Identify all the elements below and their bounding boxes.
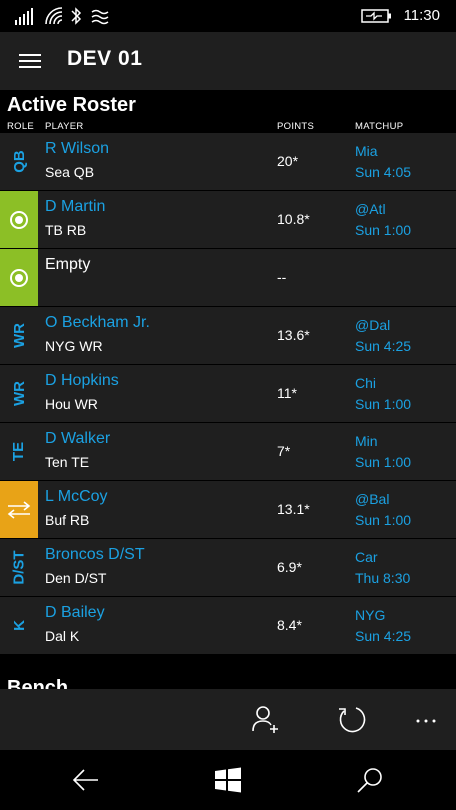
matchup-opponent[interactable]: @Dal (355, 317, 390, 333)
matchup-opponent[interactable]: @Bal (355, 491, 389, 507)
matchup-opponent[interactable]: Car (355, 549, 378, 565)
app-header: DEV 01 (0, 32, 456, 90)
roster-row[interactable]: D Martin TB RB 10.8* @Atl Sun 1:00 (0, 191, 456, 248)
player-team-position: Buf RB (45, 512, 90, 528)
roster-row[interactable]: TE D Walker Ten TE 7* Min Sun 1:00 (0, 423, 456, 480)
matchup-time[interactable]: Sun 4:25 (355, 628, 411, 644)
role-slot[interactable]: TE (0, 423, 38, 480)
player-team-position: Sea QB (45, 164, 95, 180)
player-name[interactable]: L McCoy (45, 488, 108, 506)
column-header-points: POINTS (277, 121, 315, 132)
roster-row[interactable]: L McCoy Buf RB 13.1* @Bal Sun 1:00 (0, 481, 456, 538)
active-roster-heading: Active Roster (7, 94, 136, 116)
app-bar (0, 689, 456, 750)
player-points: 8.4* (277, 617, 302, 633)
signal-strength-icon (15, 8, 33, 25)
roster-row[interactable]: QB R Wilson Sea QB 20* Mia Sun 4:05 (0, 133, 456, 190)
bench-heading: Bench (7, 677, 69, 689)
roster-row[interactable]: D/ST Broncos D/ST Den D/ST 6.9* Car Thu … (0, 539, 456, 596)
roster-row[interactable]: WR D Hopkins Hou WR 11* Chi Sun 1:00 (0, 365, 456, 422)
roster-row[interactable]: WR O Beckham Jr. NYG WR 13.6* @Dal Sun 4… (0, 307, 456, 364)
column-header-matchup: MATCHUP (355, 121, 404, 132)
role-label: WR (10, 381, 28, 406)
matchup-opponent[interactable]: Chi (355, 375, 376, 391)
player-name[interactable]: Empty (45, 256, 90, 274)
more-icon[interactable] (412, 703, 444, 735)
role-label: K (10, 620, 28, 631)
role-label: D/ST (10, 550, 28, 585)
bluetooth-icon (71, 7, 82, 25)
matchup-opponent[interactable]: NYG (355, 607, 385, 623)
back-icon[interactable] (70, 764, 102, 796)
system-nav-bar (0, 750, 456, 810)
player-team-position: Hou WR (45, 396, 98, 412)
column-header-role: ROLE (7, 121, 35, 132)
player-points: 13.6* (277, 327, 310, 343)
player-name[interactable]: D Bailey (45, 604, 105, 622)
role-label: QB (10, 150, 28, 173)
player-points: 7* (277, 443, 291, 459)
refresh-icon[interactable] (336, 703, 368, 735)
player-points: 20* (277, 153, 299, 169)
player-name[interactable]: Broncos D/ST (45, 546, 145, 564)
player-points: -- (277, 269, 287, 285)
player-team-position: NYG WR (45, 338, 103, 354)
wifi-icon (45, 7, 63, 25)
hamburger-menu-icon[interactable] (19, 54, 41, 68)
matchup-opponent[interactable]: Mia (355, 143, 378, 159)
page-title: DEV 01 (67, 47, 143, 70)
flex-slot-button[interactable] (0, 249, 38, 306)
matchup-time[interactable]: Sun 1:00 (355, 222, 411, 238)
player-team-position: Den D/ST (45, 570, 107, 586)
column-header-player: PLAYER (45, 121, 84, 132)
player-name[interactable]: D Hopkins (45, 372, 119, 390)
flex-slot-icon (10, 210, 28, 229)
player-points: 6.9* (277, 559, 302, 575)
role-slot[interactable]: WR (0, 307, 38, 364)
roster-row[interactable]: K D Bailey Dal K 8.4* NYG Sun 4:25 (0, 597, 456, 654)
active-roster-list: QB R Wilson Sea QB 20* Mia Sun 4:05 D Ma… (0, 133, 456, 655)
role-slot[interactable]: QB (0, 133, 38, 190)
player-points: 10.8* (277, 211, 310, 227)
role-slot[interactable]: K (0, 597, 38, 654)
player-points: 11* (277, 385, 297, 401)
player-name[interactable]: D Martin (45, 198, 105, 216)
player-name[interactable]: O Beckham Jr. (45, 314, 150, 332)
matchup-time[interactable]: Sun 4:25 (355, 338, 411, 354)
clock: 11:30 (403, 7, 440, 24)
flex-slot-button[interactable] (0, 191, 38, 248)
matchup-time[interactable]: Sun 4:05 (355, 164, 411, 180)
add-player-icon[interactable] (250, 703, 282, 735)
roster-content[interactable]: Active Roster ROLE PLAYER POINTS MATCHUP… (0, 90, 456, 689)
matchup-opponent[interactable]: Min (355, 433, 378, 449)
role-label: TE (10, 441, 28, 462)
roster-row[interactable]: Empty -- (0, 249, 456, 306)
windows-start-icon[interactable] (212, 764, 244, 796)
player-name[interactable]: D Walker (45, 430, 110, 448)
matchup-opponent[interactable]: @Atl (355, 201, 386, 217)
player-name[interactable]: R Wilson (45, 140, 109, 158)
role-slot[interactable]: WR (0, 365, 38, 422)
data-connection-icon (91, 9, 109, 25)
matchup-time[interactable]: Thu 8:30 (355, 570, 410, 586)
matchup-time[interactable]: Sun 1:00 (355, 396, 411, 412)
role-slot[interactable]: D/ST (0, 539, 38, 596)
status-bar: 11:30 (0, 0, 456, 32)
player-points: 13.1* (277, 501, 310, 517)
player-team-position: TB RB (45, 222, 87, 238)
matchup-time[interactable]: Sun 1:00 (355, 512, 411, 528)
swap-arrows-icon (7, 500, 31, 519)
matchup-time[interactable]: Sun 1:00 (355, 454, 411, 470)
player-team-position: Ten TE (45, 454, 90, 470)
swap-player-button[interactable] (0, 481, 38, 538)
battery-charging-icon (361, 9, 391, 23)
player-team-position: Dal K (45, 628, 80, 644)
flex-slot-icon (10, 268, 28, 287)
search-icon[interactable] (354, 764, 386, 796)
role-label: WR (10, 323, 28, 348)
